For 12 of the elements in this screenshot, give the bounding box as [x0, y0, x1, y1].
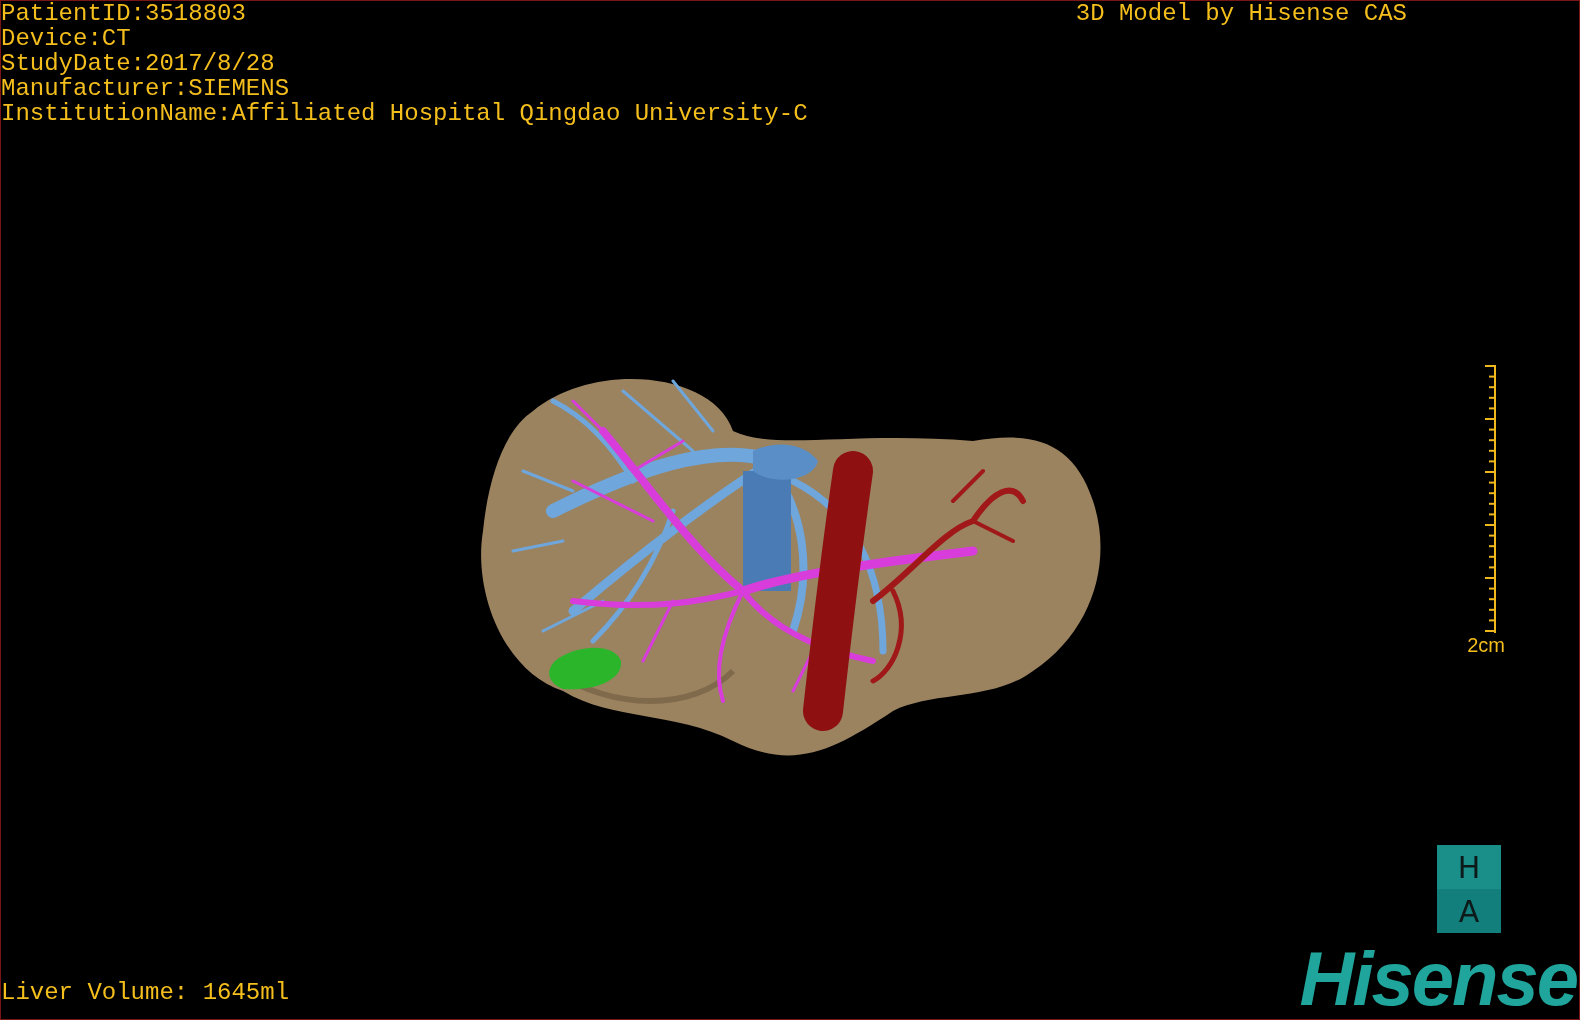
cube-face-label: H: [1437, 845, 1501, 889]
cube-face-label: A: [1457, 892, 1481, 931]
study-info-line: Device:CT: [1, 26, 132, 51]
study-info-line: PatientID:3518803: [1, 1, 247, 26]
liver-volume-text: Liver Volume: 1645ml: [1, 980, 290, 1008]
study-info-line: StudyDate:2017/8/28: [1, 51, 276, 76]
brand-logo: Hisense: [1299, 939, 1578, 1019]
scale-label: 2cm: [1467, 634, 1505, 657]
study-info-line: Manufacturer:SIEMENS: [1, 76, 291, 101]
orientation-cube[interactable]: H A: [1437, 845, 1501, 933]
viewer-title: 3D Model by Hisense CAS: [1075, 1, 1407, 29]
study-info-line: InstitutionName:Affiliated Hospital Qingdao University-C: [1, 101, 808, 126]
